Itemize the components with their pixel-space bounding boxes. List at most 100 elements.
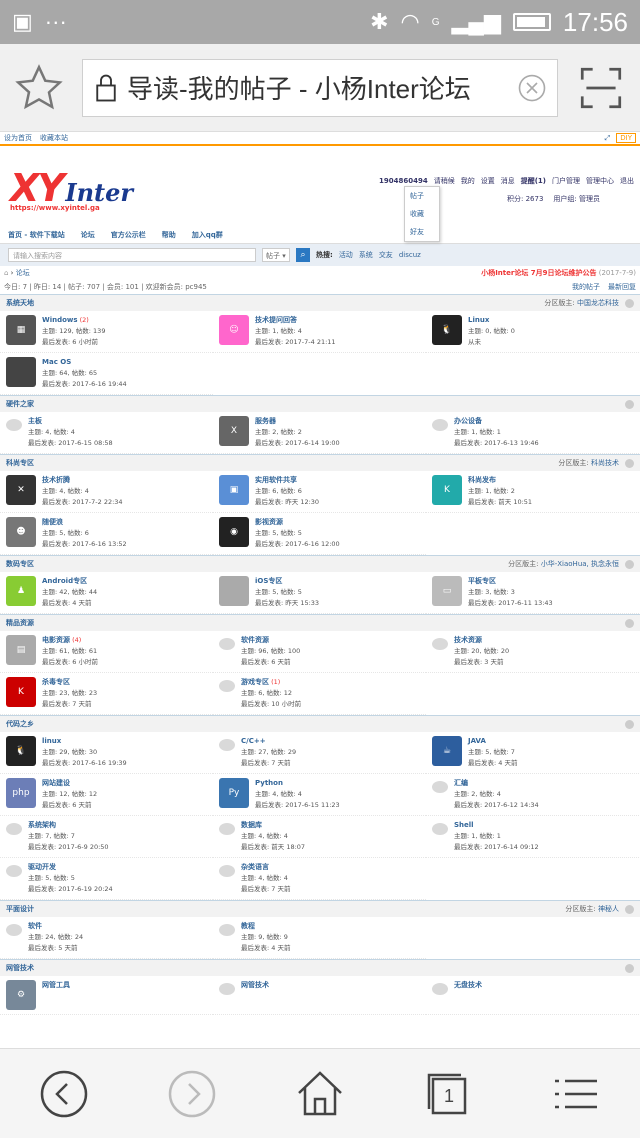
last-post[interactable]: 最后发表: 2017-6-14 19:00 [255,438,340,449]
section-header[interactable]: 数码专区 分区版主: 小华-XiaoHua, 执念永恒 [0,556,640,572]
forum-name[interactable]: 网管工具 [42,981,70,989]
last-post[interactable]: 最后发表: 2017-6-19 20:24 [28,884,113,895]
forum-item[interactable]: ✕ 技术折腾 主题: 4, 帖数: 4 最后发表: 2017-7-2 22:34 [0,471,213,513]
section-title[interactable]: 网管技术 [6,963,34,973]
tabs-button[interactable]: 1 [416,1062,480,1126]
collapse-icon[interactable] [625,719,634,729]
last-post[interactable]: 最后发表: 2017-6-12 14:34 [454,800,539,811]
alerts-link[interactable]: 提醒(1) [521,176,546,186]
back-button[interactable] [32,1062,96,1126]
collapse-icon[interactable] [625,399,634,409]
announcement-link[interactable]: 小杨Inter论坛 7月9日论坛维护公告 [481,269,596,277]
last-post[interactable]: 最后发表: 4 天前 [241,943,290,954]
forum-item[interactable]: C/C++ 主题: 27, 帖数: 29 最后发表: 7 天前 [213,732,426,774]
forum-name[interactable]: 汇编 [454,779,468,787]
forum-item[interactable]: ⚙ 网管工具 [0,976,213,1015]
expand-icon[interactable]: ⤢ [605,134,611,143]
forum-name[interactable]: 无盘技术 [454,981,482,989]
site-logo[interactable]: XY Inter https://www.xyintel.ga [10,166,133,212]
forum-name[interactable]: iOS专区 [255,577,282,585]
forum-name[interactable]: 办公设备 [454,417,482,425]
latest-replies-link[interactable]: 最新回复 [608,282,636,292]
collapse-icon[interactable] [625,618,634,628]
forward-button[interactable] [160,1062,224,1126]
clear-icon[interactable] [517,73,547,103]
forum-name[interactable]: Linux [468,316,489,324]
forum-item[interactable]: K 科尚发布 主题: 1, 帖数: 2 最后发表: 前天 10:51 [426,471,639,513]
forum-item[interactable]: php 网站建设 主题: 12, 帖数: 12 最后发表: 6 天前 [0,774,213,816]
hot-tag[interactable]: 系统 [359,250,373,260]
last-post[interactable]: 最后发表: 2017-6-13 19:46 [454,438,539,449]
forum-name[interactable]: Python [255,779,283,787]
forum-name[interactable]: 杀毒专区 [42,678,70,686]
nav-notice[interactable]: 官方公示栏 [111,230,146,240]
last-post[interactable]: 最后发表: 7 天前 [241,884,290,895]
last-post[interactable]: 最后发表: 6 天前 [42,800,97,811]
forum-name[interactable]: 软件 [28,922,42,930]
last-post[interactable]: 最后发表: 2017-6-11 13:43 [468,598,553,609]
forum-item[interactable]: Py Python 主题: 4, 帖数: 4 最后发表: 2017-6-15 11:… [213,774,426,816]
forum-name[interactable]: 网管技术 [241,981,269,989]
forum-item[interactable]: ☻ 随便浪 主题: 5, 帖数: 6 最后发表: 2017-6-16 13:52 [0,513,213,555]
forum-name[interactable]: 软件资源 [241,636,269,644]
forum-item[interactable]: 游戏专区 (1) 主题: 6, 帖数: 12 最后发表: 10 小时前 [213,673,426,715]
search-input[interactable]: 请输入搜索内容 [8,248,256,262]
last-post[interactable]: 最后发表: 2017-7-2 22:34 [42,497,123,508]
last-post[interactable]: 最后发表: 2017-6-16 19:44 [42,379,127,390]
forum-item[interactable]: 办公设备 主题: 1, 帖数: 1 最后发表: 2017-6-13 19:46 [426,412,639,454]
forum-name[interactable]: linux [42,737,61,745]
dropdown-favorites[interactable]: 收藏 [405,205,439,223]
hot-tag[interactable]: discuz [399,251,421,259]
section-header[interactable]: 网管技术 [0,960,640,976]
section-header[interactable]: 代码之乡 [0,716,640,732]
nav-qq[interactable]: 加入qq群 [192,230,223,240]
forum-item[interactable]: ☕ JAVA 主题: 5, 帖数: 7 最后发表: 4 天前 [426,732,639,774]
forum-name[interactable]: Mac OS [42,358,71,366]
last-post[interactable]: 最后发表: 前天 10:51 [468,497,532,508]
last-post[interactable]: 最后发表: 2017-6-16 13:52 [42,539,127,550]
forum-name[interactable]: Android专区 [42,577,87,585]
last-post[interactable]: 最后发表: 昨天 15:33 [255,598,319,609]
moderator-name[interactable]: 科尚技术 [591,459,619,467]
forum-item[interactable]: 教程 主题: 9, 帖数: 9 最后发表: 4 天前 [213,917,426,959]
forum-item[interactable]: 主板 主题: 4, 帖数: 4 最后发表: 2017-6-15 08:58 [0,412,213,454]
moderator-name[interactable]: 神秘人 [598,905,619,913]
hot-tag[interactable]: 活动 [339,250,353,260]
forum-item[interactable]: 技术资源 主题: 20, 帖数: 20 最后发表: 3 天前 [426,631,639,673]
logout-link[interactable]: 退出 [620,176,634,186]
last-post[interactable]: 最后发表: 7 天前 [241,758,296,769]
forum-item[interactable]: 网管技术 [213,976,426,1015]
user-points[interactable]: 积分: 2673 [507,194,543,204]
last-post[interactable]: 最后发表: 昨天 12:30 [255,497,319,508]
diy-button[interactable]: DIY [616,133,636,143]
last-post[interactable]: 最后发表: 2017-6-16 12:00 [255,539,340,550]
section-title[interactable]: 代码之乡 [6,719,34,729]
forum-item[interactable]: Shell 主题: 1, 帖数: 1 最后发表: 2017-6-14 09:12 [426,816,639,858]
last-post[interactable]: 最后发表: 7 天前 [42,699,97,710]
forum-name[interactable]: 服务器 [255,417,276,425]
scan-icon[interactable] [576,63,626,113]
forum-name[interactable]: 主板 [28,417,42,425]
portal-admin-link[interactable]: 门户管理 [552,176,580,186]
home-button[interactable] [288,1062,352,1126]
forum-item[interactable]: 系统架构 主题: 7, 帖数: 7 最后发表: 2017-6-9 20:50 [0,816,213,858]
search-type-select[interactable]: 帖子 ▾ [262,248,290,262]
hot-tag[interactable]: 交友 [379,250,393,260]
last-post[interactable]: 从未 [468,337,515,348]
crumb-forum[interactable]: 论坛 [16,269,30,277]
user-status[interactable]: 请稍候 [434,176,455,186]
my-menu[interactable]: 我的 [461,176,475,186]
last-post[interactable]: 最后发表: 2017-6-15 11:23 [255,800,340,811]
set-homepage-link[interactable]: 设为首页 [4,133,32,143]
user-id[interactable]: 1904860494 [379,177,428,185]
moderator-name[interactable]: 小华-XiaoHua, 执念永恒 [541,560,619,568]
forum-name[interactable]: JAVA [468,737,486,745]
last-post[interactable]: 最后发表: 3 天前 [454,657,509,668]
my-posts-link[interactable]: 我的帖子 [572,282,600,292]
forum-name[interactable]: 网站建设 [42,779,70,787]
forum-name[interactable]: C/C++ [241,737,266,745]
section-header[interactable]: 精品资源 [0,615,640,631]
section-header[interactable]: 系统天地 分区版主: 中国龙芯科技 [0,295,640,311]
collapse-icon[interactable] [625,298,634,308]
forum-name[interactable]: 随便浪 [42,518,63,526]
